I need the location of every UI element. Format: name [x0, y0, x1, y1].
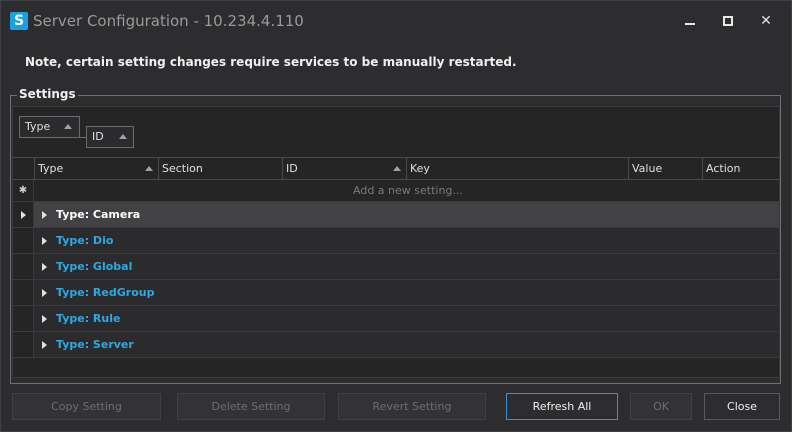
header-row-indicator: [13, 158, 34, 180]
maximize-icon: [723, 16, 733, 26]
group-label: Type: Camera: [56, 208, 141, 221]
group-row-camera[interactable]: Type: Camera: [13, 202, 779, 228]
column-header-id-label: ID: [286, 162, 298, 175]
column-header-key[interactable]: Key: [406, 158, 628, 180]
expand-icon[interactable]: [42, 211, 47, 219]
current-row-icon: [21, 211, 26, 219]
copy-setting-button[interactable]: Copy Setting: [12, 393, 161, 420]
delete-setting-button[interactable]: Delete Setting: [177, 393, 325, 420]
expand-icon[interactable]: [42, 237, 47, 245]
revert-setting-button[interactable]: Revert Setting: [338, 393, 486, 420]
column-header-type-label: Type: [38, 162, 64, 175]
ok-button[interactable]: OK: [630, 393, 692, 420]
column-header-value-label: Value: [632, 162, 663, 175]
group-by-id-chip[interactable]: ID: [86, 126, 134, 148]
close-button[interactable]: Close: [704, 393, 780, 420]
new-setting-placeholder: Add a new setting...: [353, 184, 463, 197]
row-indicator: [13, 280, 34, 305]
group-label: Type: RedGroup: [56, 286, 155, 299]
column-header-action[interactable]: Action: [702, 158, 779, 180]
column-header-action-label: Action: [706, 162, 741, 175]
sort-ascending-icon: [393, 166, 401, 171]
sort-ascending-icon: [119, 134, 127, 139]
expand-icon[interactable]: [42, 263, 47, 271]
row-indicator: [13, 306, 34, 331]
group-label: Type: Global: [56, 260, 133, 273]
row-indicator: [13, 202, 34, 227]
group-by-type-chip[interactable]: Type: [19, 116, 80, 138]
column-header-type[interactable]: Type: [34, 158, 158, 180]
row-indicator: [13, 332, 34, 357]
column-header-section[interactable]: Section: [158, 158, 282, 180]
new-setting-row[interactable]: ✱ Add a new setting...: [13, 180, 779, 202]
minimize-icon: [685, 23, 695, 25]
group-row-global[interactable]: Type: Global: [13, 254, 779, 280]
new-row-icon: ✱: [13, 180, 34, 201]
refresh-all-button[interactable]: Refresh All: [506, 393, 618, 420]
row-indicator: [13, 228, 34, 253]
settings-legend: Settings: [17, 87, 78, 101]
app-logo-icon: S: [10, 12, 28, 30]
group-row-redgroup[interactable]: Type: RedGroup: [13, 280, 779, 306]
group-label: Type: Dio: [56, 234, 114, 247]
expand-icon[interactable]: [42, 341, 47, 349]
maximize-button[interactable]: [713, 9, 743, 33]
title-bar[interactable]: S Server Configuration - 10.234.4.110 ✕: [1, 1, 791, 41]
expand-icon[interactable]: [42, 289, 47, 297]
grid-header: Type Section ID Key Value Action: [13, 157, 779, 180]
column-header-key-label: Key: [410, 162, 430, 175]
column-header-value[interactable]: Value: [628, 158, 702, 180]
minimize-button[interactable]: [675, 9, 705, 33]
group-by-id-label: ID: [92, 130, 104, 143]
group-label: Type: Server: [56, 338, 134, 351]
sort-ascending-icon: [145, 166, 153, 171]
window-title: Server Configuration - 10.234.4.110: [33, 12, 304, 30]
restart-note: Note, certain setting changes require se…: [25, 55, 517, 69]
close-icon: ✕: [760, 13, 772, 29]
column-header-id[interactable]: ID: [282, 158, 406, 180]
sort-ascending-icon: [64, 124, 72, 129]
row-indicator: [13, 254, 34, 279]
close-window-button[interactable]: ✕: [751, 9, 781, 33]
group-by-type-label: Type: [25, 120, 51, 133]
column-header-section-label: Section: [162, 162, 203, 175]
group-row-dio[interactable]: Type: Dio: [13, 228, 779, 254]
group-label: Type: Rule: [56, 312, 121, 325]
group-row-rule[interactable]: Type: Rule: [13, 306, 779, 332]
group-row-server[interactable]: Type: Server: [13, 332, 779, 358]
expand-icon[interactable]: [42, 315, 47, 323]
